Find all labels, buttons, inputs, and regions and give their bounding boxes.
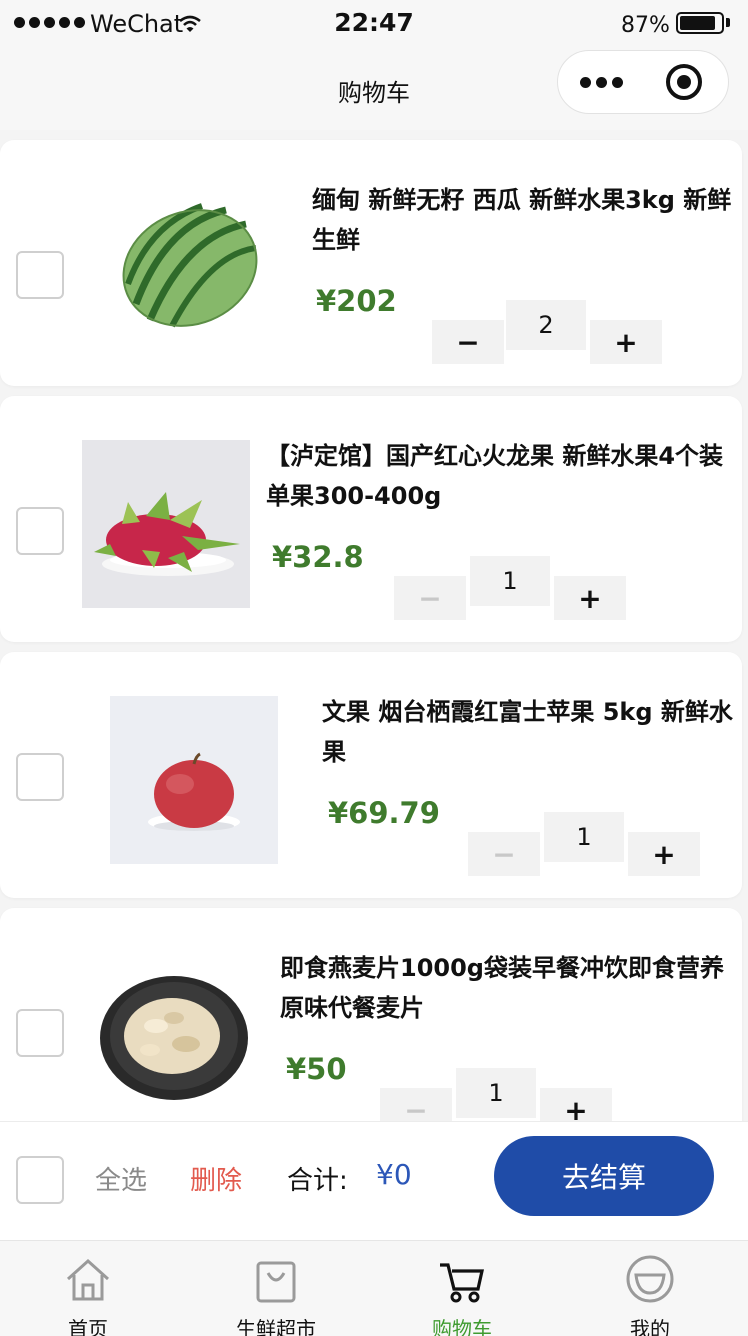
tab-label: 生鲜超市 [236,1317,316,1336]
watermelon-image [122,203,258,328]
increase-button[interactable]: + [554,576,626,620]
tab-label: 购物车 [432,1317,492,1336]
cart-footer: 全选 删除 合计: ¥0 去结算 [0,1121,748,1240]
cart-item: 文果 烟台栖霞红富士苹果 5kg 新鲜水果 ¥69.79 − 1 + [0,652,742,898]
cart-item: 缅甸 新鲜无籽 西瓜 新鲜水果3kg 新鲜 生鲜 ¥202 − 2 + [0,140,742,386]
item-name: 缅甸 新鲜无籽 西瓜 新鲜水果3kg 新鲜 生鲜 [312,186,732,254]
item-price: ¥50 [286,1052,347,1086]
oatmeal-image [100,976,248,1100]
cart-list[interactable]: 缅甸 新鲜无籽 西瓜 新鲜水果3kg 新鲜 生鲜 ¥202 − 2 + 【泸定馆… [0,130,748,1121]
item-name: 【泸定馆】国产红心火龙果 新鲜水果4个装 单果300-400g [266,442,724,510]
battery-percent: 87% [621,13,670,38]
increase-button[interactable]: + [628,832,700,876]
cart-icon [440,1263,484,1303]
item-price: ¥69.79 [328,796,440,830]
increase-button[interactable]: + [590,320,662,364]
select-all-checkbox[interactable] [16,1156,64,1204]
quantity-value[interactable]: 1 [544,812,624,862]
tab-home[interactable]: 首页 [18,1241,158,1336]
checkout-button[interactable]: 去结算 [494,1136,714,1216]
tab-cart[interactable]: 购物车 [392,1241,532,1336]
item-price: ¥32.8 [272,540,364,574]
battery-icon [676,12,724,34]
dragon-fruit-image [82,440,250,608]
mini-program-capsule [557,50,729,114]
decrease-button[interactable]: − [380,1088,452,1121]
item-checkbox[interactable] [16,507,64,555]
item-name: 即食燕麦片1000g袋装早餐冲饮即食营养原味代餐麦片 [280,954,724,1022]
nav-bar: 购物车 [0,48,748,130]
total-label: 合计: [287,1166,348,1196]
home-icon [66,1258,110,1301]
tab-label: 首页 [68,1317,108,1336]
increase-button[interactable]: + [540,1088,612,1121]
cart-item: 即食燕麦片1000g袋装早餐冲饮即食营养原味代餐麦片 ¥50 − 1 + [0,908,742,1121]
tab-bar: 首页 生鲜超市 购物车 我的 [0,1240,748,1336]
apple-image [110,696,278,864]
quantity-value[interactable]: 1 [456,1068,536,1118]
item-name: 文果 烟台栖霞红富士苹果 5kg 新鲜水果 [322,698,733,766]
shopping-bag-icon [256,1261,296,1303]
battery-tip [726,18,730,27]
quantity-value[interactable]: 1 [470,556,550,606]
quantity-value[interactable]: 2 [506,300,586,350]
tab-fresh-market[interactable]: 生鲜超市 [206,1241,346,1336]
profile-face-icon [626,1255,674,1303]
tab-profile[interactable]: 我的 [580,1241,720,1336]
target-close-icon[interactable] [666,64,702,100]
item-checkbox[interactable] [16,753,64,801]
item-checkbox[interactable] [16,251,64,299]
tab-label: 我的 [630,1317,670,1336]
select-all-label[interactable]: 全选 [95,1160,147,1197]
decrease-button[interactable]: − [394,576,466,620]
more-dots-icon[interactable] [580,51,640,113]
item-price: ¥202 [316,284,397,318]
delete-button[interactable]: 删除 [190,1160,242,1197]
cart-item: 【泸定馆】国产红心火龙果 新鲜水果4个装 单果300-400g ¥32.8 − … [0,396,742,642]
total-value: ¥0 [376,1158,412,1191]
status-bar: WeChat 22:47 87% [0,0,748,48]
decrease-button[interactable]: − [468,832,540,876]
item-checkbox[interactable] [16,1009,64,1057]
decrease-button[interactable]: − [432,320,504,364]
